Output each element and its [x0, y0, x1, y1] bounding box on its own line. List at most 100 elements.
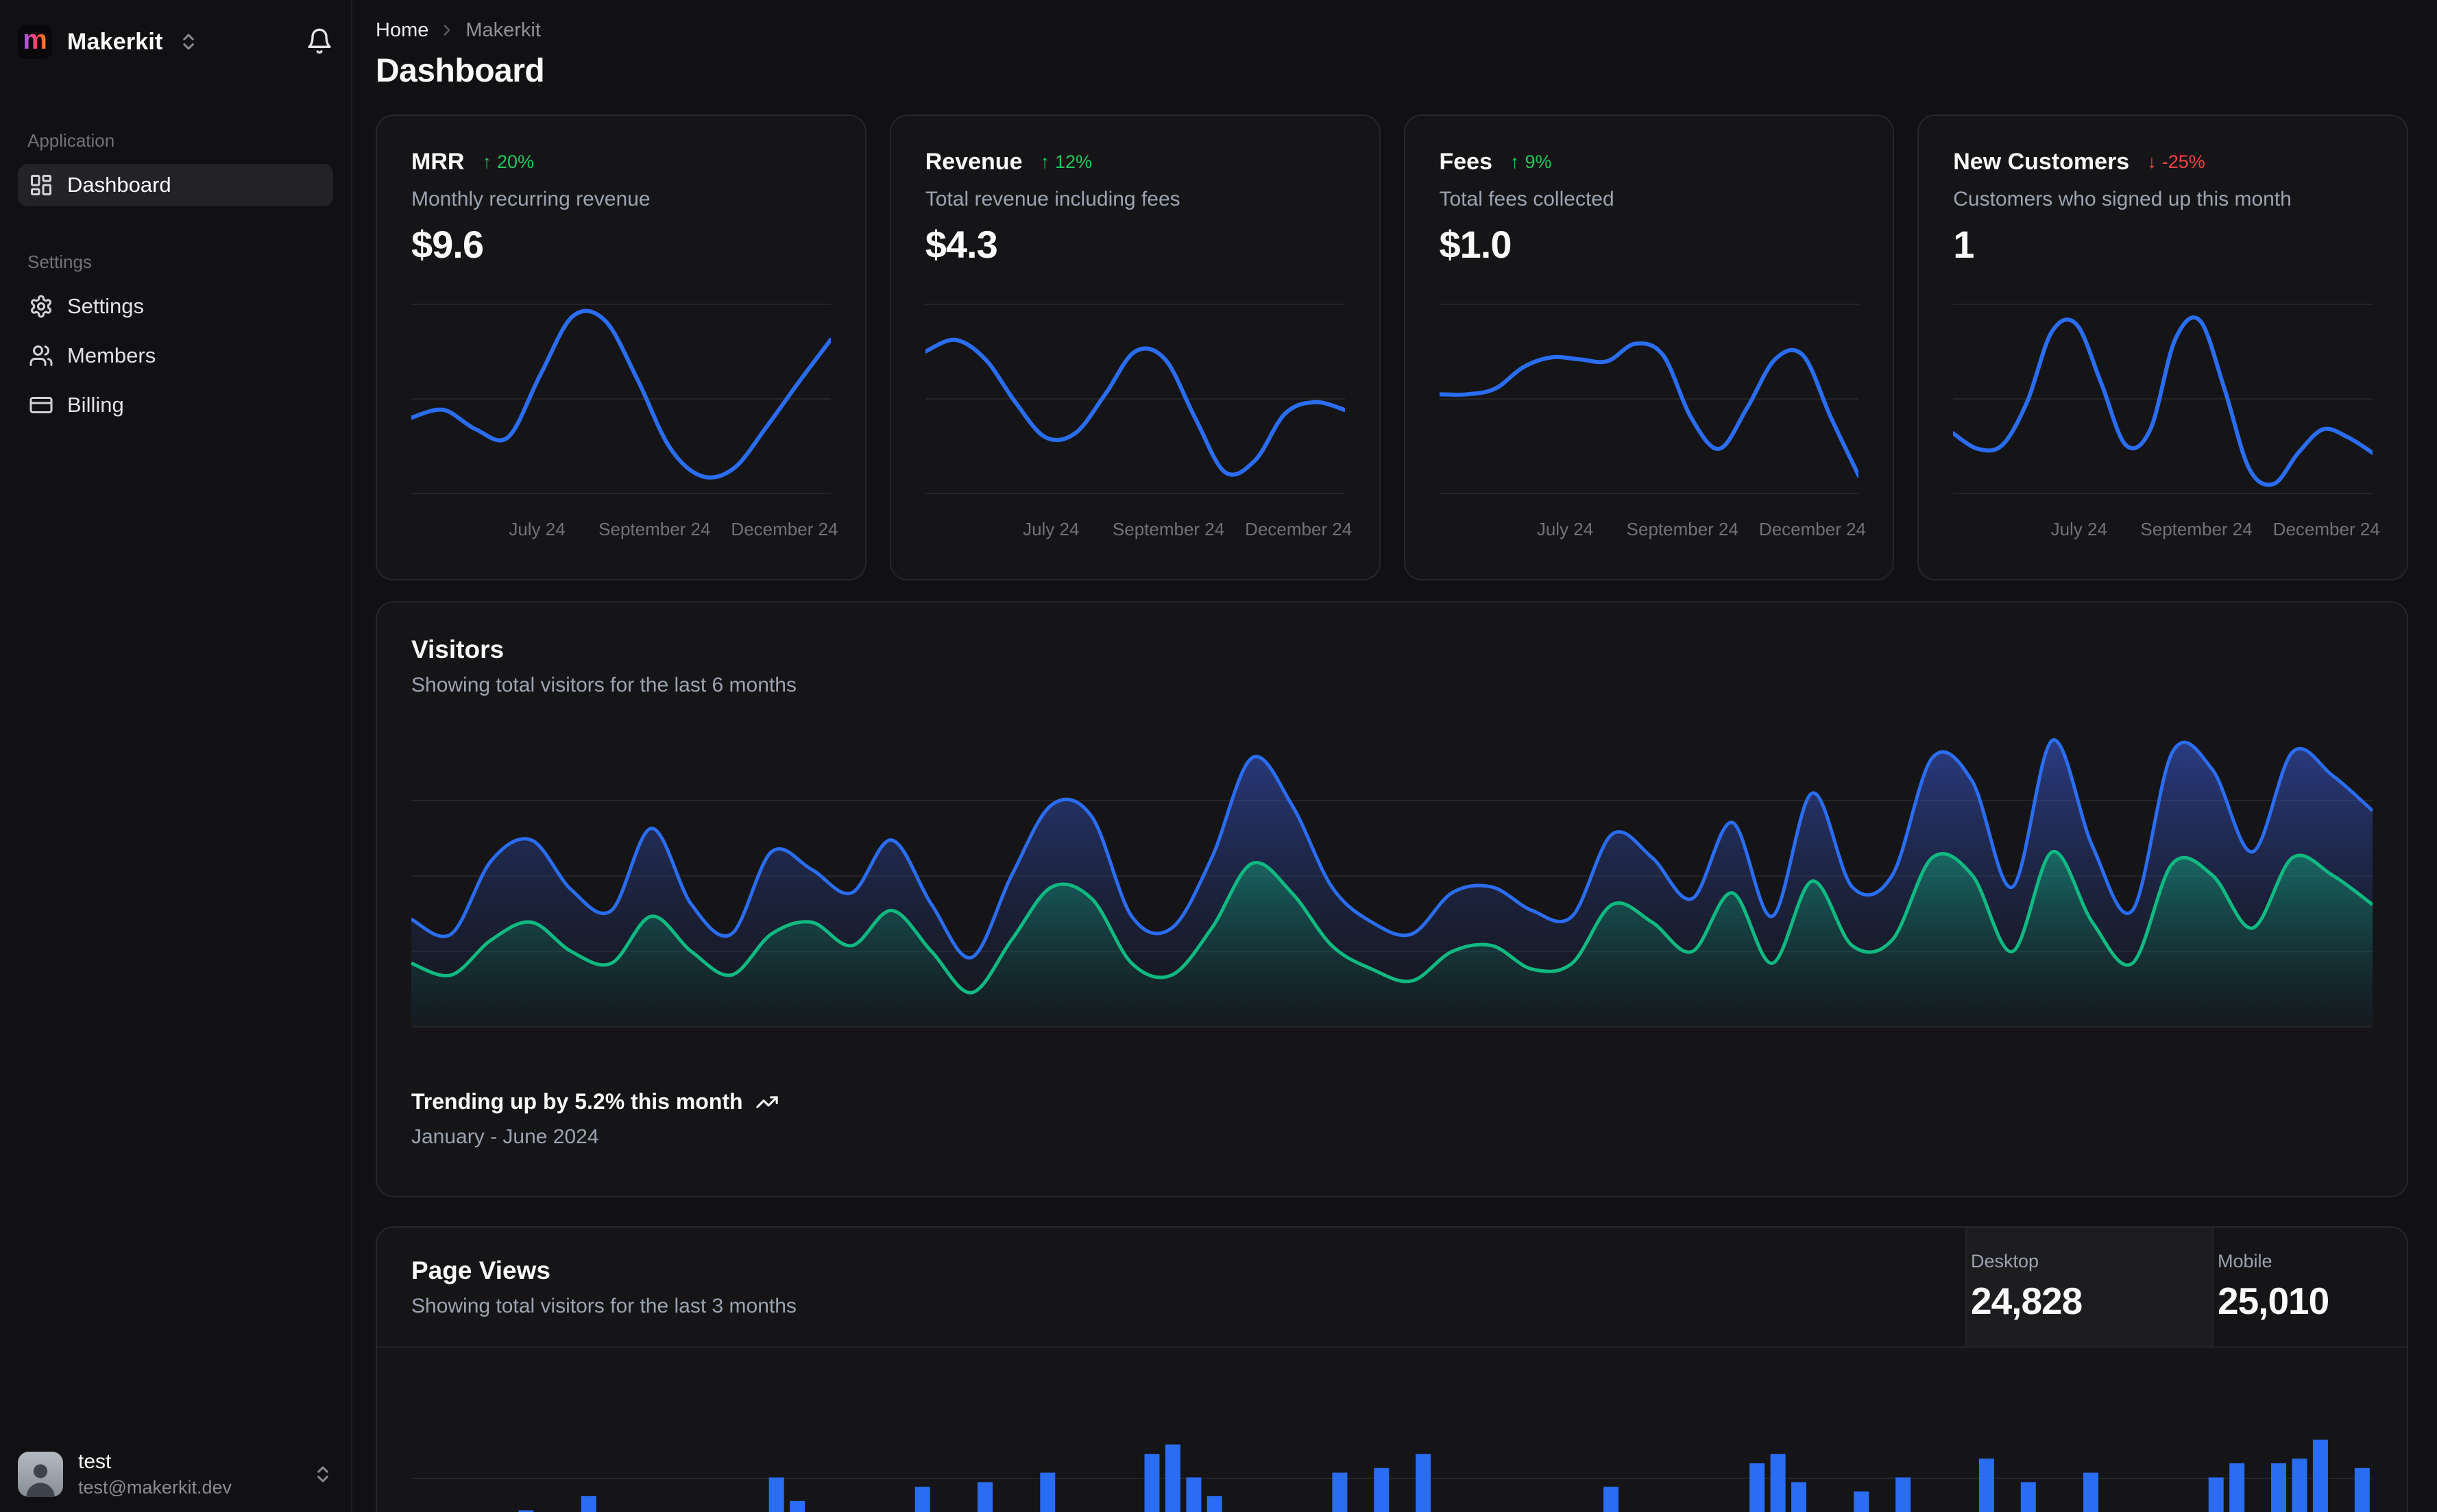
x-tick: September 24 — [1112, 519, 1225, 539]
sidebar-item-settings[interactable]: Settings — [18, 285, 333, 328]
makerkit-logo-letter: m — [23, 25, 47, 55]
mrr-sparkline-chart — [411, 295, 831, 501]
sidebar-item-dashboard[interactable]: Dashboard — [18, 164, 333, 206]
x-tick: September 24 — [1626, 519, 1738, 539]
stat-title: Fees — [1439, 149, 1493, 175]
trend-value: 9% — [1525, 151, 1552, 172]
trend-badge: ↑ 20% — [482, 151, 534, 173]
workspace-name: Makerkit — [67, 28, 163, 55]
breadcrumb-current: Makerkit — [465, 19, 541, 41]
new-customers-sparkline-chart — [1953, 295, 2373, 501]
visitors-card: Visitors Showing total visitors for the … — [376, 601, 2408, 1197]
makerkit-logo: m — [18, 25, 52, 59]
x-axis-labels: July 24 September 24 December 24 — [925, 509, 1352, 546]
chevrons-up-down-icon — [317, 1466, 328, 1483]
stat-value: $9.6 — [411, 223, 484, 266]
x-tick: July 24 — [2050, 519, 2107, 539]
sidebar-item-billing[interactable]: Billing — [18, 384, 333, 426]
visitors-area-chart — [411, 724, 2373, 1027]
sidebar-nav-application: Dashboard — [18, 164, 333, 206]
stat-description: Monthly recurring revenue — [411, 188, 651, 210]
visitors-footer: Trending up by 5.2% this month — [411, 1089, 2373, 1114]
trend-value: 12% — [1054, 151, 1093, 172]
app-window: m Makerkit Application Dashboard Setting… — [0, 0, 2437, 1512]
sidebar-item-members[interactable]: Members — [18, 334, 333, 377]
stat-card-fees: Fees ↑ 9% Total fees collected $1.0 July … — [1403, 114, 1895, 581]
users-icon — [29, 345, 53, 366]
sidebar-nav-settings: Settings Members Billing — [18, 285, 333, 426]
arrow-up-icon: ↑ — [1510, 151, 1520, 172]
x-tick: July 24 — [1536, 519, 1594, 539]
trend-badge: ↑ 9% — [1510, 151, 1552, 173]
x-tick: July 24 — [1023, 519, 1080, 539]
x-axis-labels: July 24 September 24 December 24 — [1440, 509, 1866, 546]
visitors-trend-text: Trending up by 5.2% this month — [411, 1089, 743, 1114]
sidebar-section-application: Application — [27, 130, 115, 151]
page-views-subtitle: Showing total visitors for the last 3 mo… — [411, 1295, 797, 1317]
page-views-title: Page Views — [411, 1256, 550, 1284]
visitors-date-range: January - June 2024 — [411, 1125, 599, 1148]
page-views-card: Page Views Showing total visitors for th… — [376, 1226, 2408, 1512]
chevron-right-icon — [444, 25, 450, 36]
stat-title: MRR — [411, 149, 465, 175]
x-tick: December 24 — [2272, 519, 2380, 539]
stat-card-new-customers: New Customers ↓ -25% Customers who signed… — [1917, 114, 2408, 581]
workspace-switcher[interactable]: m Makerkit — [18, 25, 199, 59]
sidebar-item-label: Dashboard — [67, 173, 171, 197]
notifications-button[interactable] — [306, 27, 333, 57]
stat-description: Customers who signed up this month — [1953, 188, 2292, 210]
stat-cards-row: MRR ↑ 20% Monthly recurring revenue $9.6 … — [376, 114, 2408, 581]
x-tick: September 24 — [2140, 519, 2253, 539]
person-silhouette-icon — [26, 1464, 55, 1497]
x-axis-labels: July 24 September 24 December 24 — [1953, 509, 2380, 546]
trend-value: 20% — [496, 151, 534, 172]
page-views-bar-chart — [411, 1360, 2373, 1512]
layout-grid-icon — [31, 175, 51, 195]
trend-badge: ↑ 12% — [1040, 151, 1092, 173]
user-email: test@makerkit.dev — [78, 1477, 232, 1498]
fees-sparkline-chart — [1439, 295, 1859, 501]
trend-value: -25% — [2161, 151, 2205, 172]
sidebar: m Makerkit Application Dashboard Setting… — [0, 0, 352, 1512]
main-content: Home Makerkit Dashboard MRR ↑ 20% Monthly… — [352, 0, 2437, 1512]
user-menu[interactable]: test test@makerkit.dev — [18, 1450, 333, 1498]
x-tick: December 24 — [1245, 519, 1353, 539]
stat-value: $4.3 — [925, 223, 998, 266]
breadcrumb: Home Makerkit — [376, 18, 2408, 42]
stat-description: Total fees collected — [1439, 188, 1614, 210]
gear-icon — [31, 295, 51, 318]
revenue-sparkline-chart — [925, 295, 1345, 501]
sidebar-section-settings: Settings — [27, 252, 92, 272]
x-tick: September 24 — [598, 519, 711, 539]
trending-up-icon — [755, 1095, 778, 1108]
chevrons-up-down-icon — [182, 34, 194, 50]
page-title: Dashboard — [376, 53, 545, 89]
stat-value: 1 — [1953, 223, 1974, 266]
stat-card-mrr: MRR ↑ 20% Monthly recurring revenue $9.6 … — [376, 114, 866, 581]
toggle-mobile-value: 25,010 — [2218, 1280, 2329, 1322]
toggle-desktop-label: Desktop — [1971, 1251, 2039, 1271]
stat-description: Total revenue including fees — [925, 188, 1180, 210]
sidebar-header: m Makerkit — [18, 19, 333, 64]
sidebar-item-label: Members — [67, 343, 156, 367]
arrow-up-icon: ↑ — [482, 151, 492, 172]
bell-icon — [308, 28, 331, 53]
sidebar-item-label: Billing — [67, 393, 124, 417]
stat-value: $1.0 — [1439, 223, 1512, 266]
toggle-desktop-value: 24,828 — [1971, 1280, 2083, 1322]
visitors-title: Visitors — [411, 635, 505, 663]
user-name: test — [78, 1450, 112, 1473]
toggle-desktop[interactable]: Desktop 24,828 — [1965, 1228, 2212, 1346]
user-meta: test test@makerkit.dev — [78, 1450, 298, 1498]
toggle-mobile[interactable]: Mobile 25,010 — [2212, 1228, 2407, 1346]
arrow-down-icon: ↓ — [2147, 151, 2157, 172]
sidebar-item-label: Settings — [67, 294, 145, 318]
x-tick: July 24 — [509, 519, 566, 539]
breadcrumb-home-link[interactable]: Home — [376, 19, 428, 42]
stat-title: New Customers — [1953, 149, 2130, 175]
arrow-up-icon: ↑ — [1040, 151, 1050, 172]
toggle-mobile-label: Mobile — [2218, 1251, 2272, 1271]
x-tick: December 24 — [731, 519, 838, 539]
avatar — [18, 1452, 63, 1497]
x-axis-labels: July 24 September 24 December 24 — [411, 509, 838, 546]
